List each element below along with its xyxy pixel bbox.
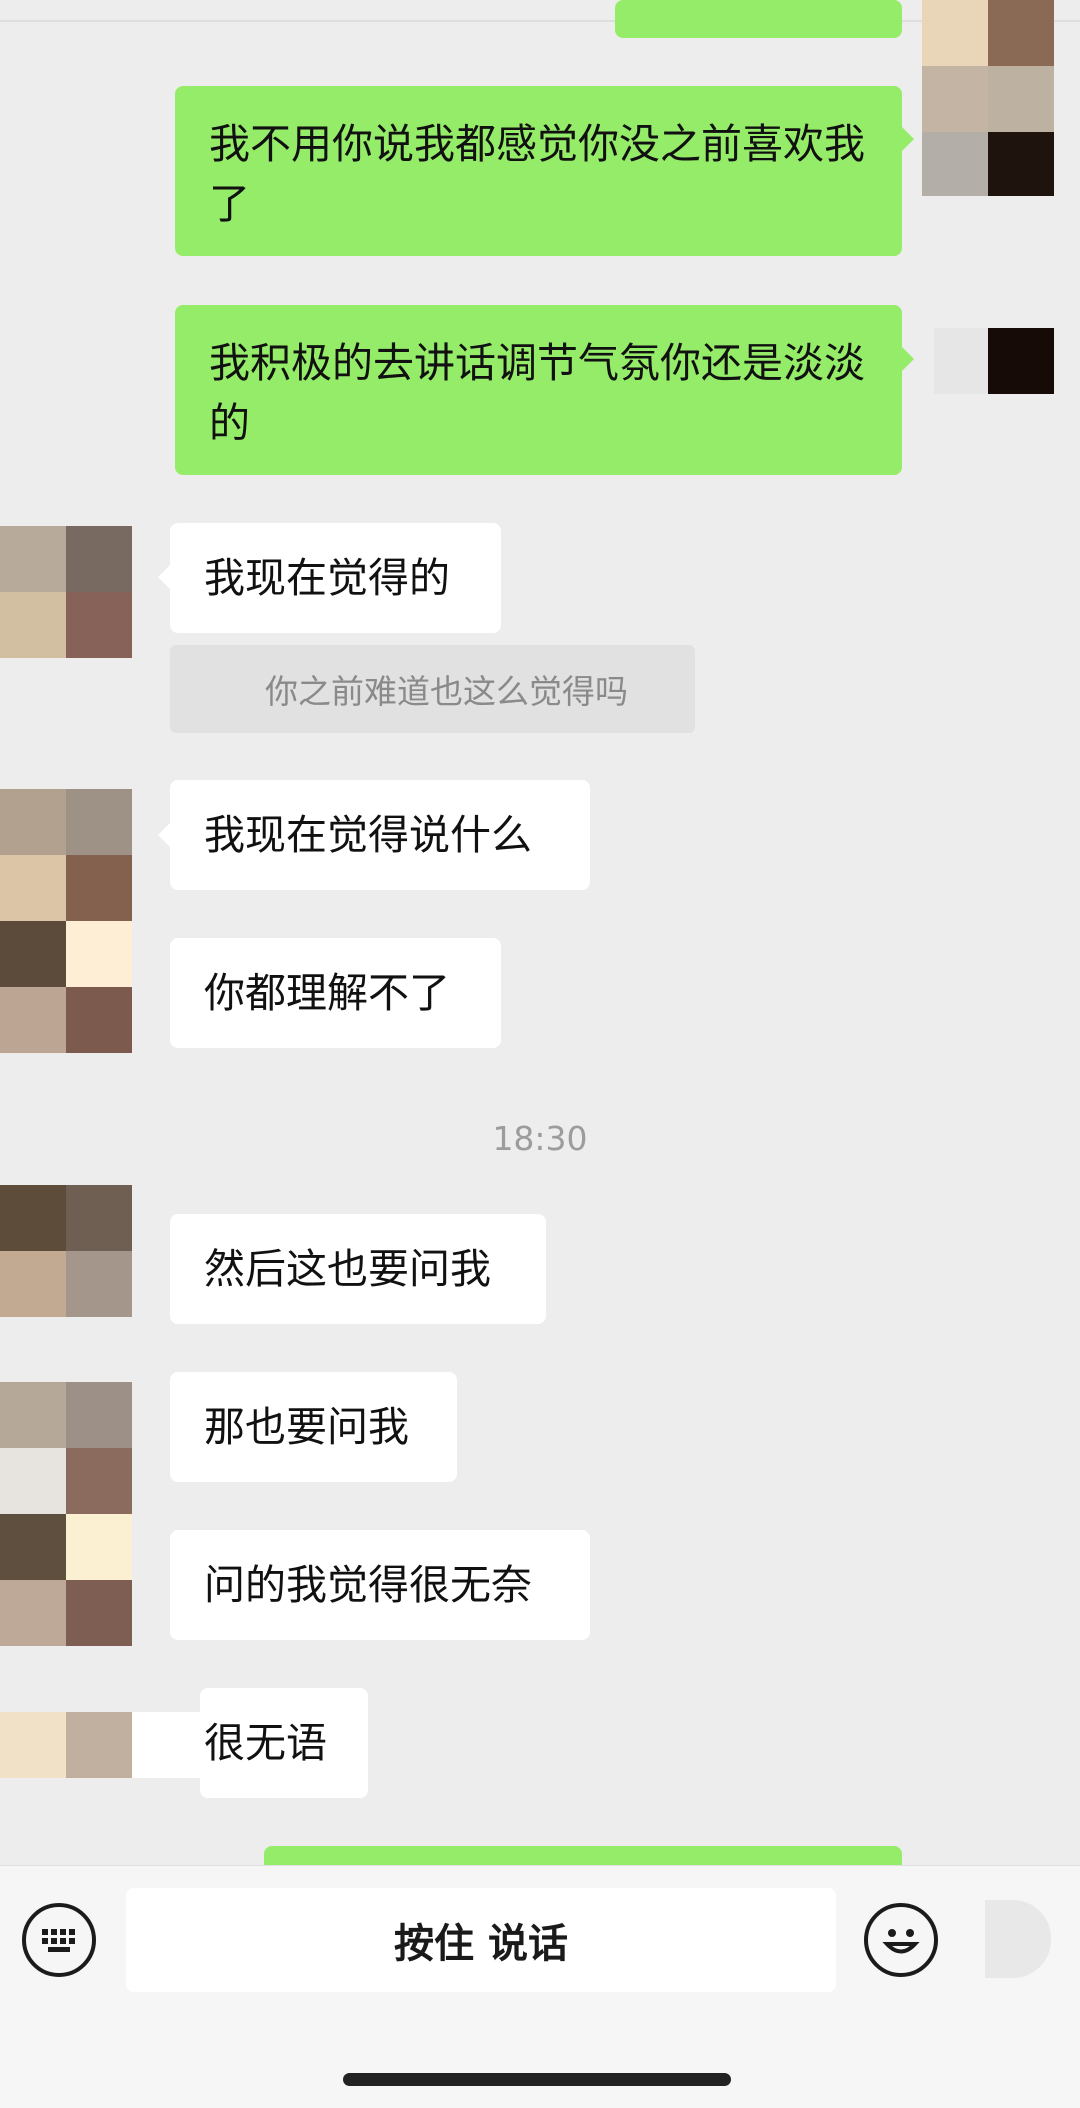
- incoming-message[interactable]: 问的我觉得很无奈: [170, 1530, 590, 1640]
- avatar-blur: [934, 328, 988, 394]
- incoming-message[interactable]: 然后这也要问我: [170, 1214, 546, 1324]
- message-text: 我积极的去讲话调节气氛你还是淡淡的: [209, 339, 865, 447]
- message-text: 很无语: [204, 1719, 327, 1767]
- message-text: 我现在觉得说什么: [204, 811, 532, 859]
- message-text: 你都理解不了: [204, 969, 450, 1017]
- outgoing-message[interactable]: 我积极的去讲话调节气氛你还是淡淡的: [175, 305, 902, 475]
- bubble-tail: [902, 347, 914, 371]
- contact-avatar[interactable]: [0, 1185, 132, 1317]
- home-indicator: [343, 2073, 731, 2086]
- message-text: 问的我觉得很无奈: [204, 1561, 532, 1609]
- timestamp: 18:30: [492, 1119, 588, 1158]
- incoming-message[interactable]: 那也要问我: [170, 1372, 457, 1482]
- incoming-message[interactable]: 我现在觉得的: [170, 523, 501, 633]
- bubble-tail: [902, 127, 914, 151]
- incoming-message[interactable]: 我现在觉得说什么: [170, 780, 590, 890]
- my-avatar[interactable]: [988, 328, 1054, 394]
- contact-avatar[interactable]: [0, 789, 132, 1053]
- message-text: 我现在觉得的: [204, 554, 450, 602]
- bubble-tail: [158, 823, 170, 847]
- quoted-message[interactable]: 你之前难道也这么觉得吗: [170, 645, 695, 733]
- contact-avatar[interactable]: [0, 1712, 200, 1778]
- my-avatar[interactable]: [922, 0, 1054, 196]
- message-text: 那也要问我: [204, 1403, 409, 1451]
- incoming-message[interactable]: 很无语: [200, 1688, 368, 1798]
- incoming-message[interactable]: 你都理解不了: [170, 938, 501, 1048]
- outgoing-message-partial[interactable]: [615, 0, 902, 38]
- bubble-tail: [158, 565, 170, 589]
- contact-avatar[interactable]: [0, 526, 132, 658]
- message-text: 然后这也要问我: [204, 1245, 491, 1293]
- message-text: 我不用你说我都感觉你没之前喜欢我了: [209, 120, 865, 228]
- contact-avatar[interactable]: [0, 1382, 132, 1646]
- emoji-icon[interactable]: [864, 1903, 938, 1977]
- keyboard-icon[interactable]: [22, 1903, 96, 1977]
- top-divider: [0, 20, 1080, 22]
- hold-to-talk-button[interactable]: 按住 说话: [126, 1888, 836, 1992]
- outgoing-message[interactable]: 我不用你说我都感觉你没之前喜欢我了: [175, 86, 902, 256]
- quote-text: 你之前难道也这么觉得吗: [265, 672, 628, 711]
